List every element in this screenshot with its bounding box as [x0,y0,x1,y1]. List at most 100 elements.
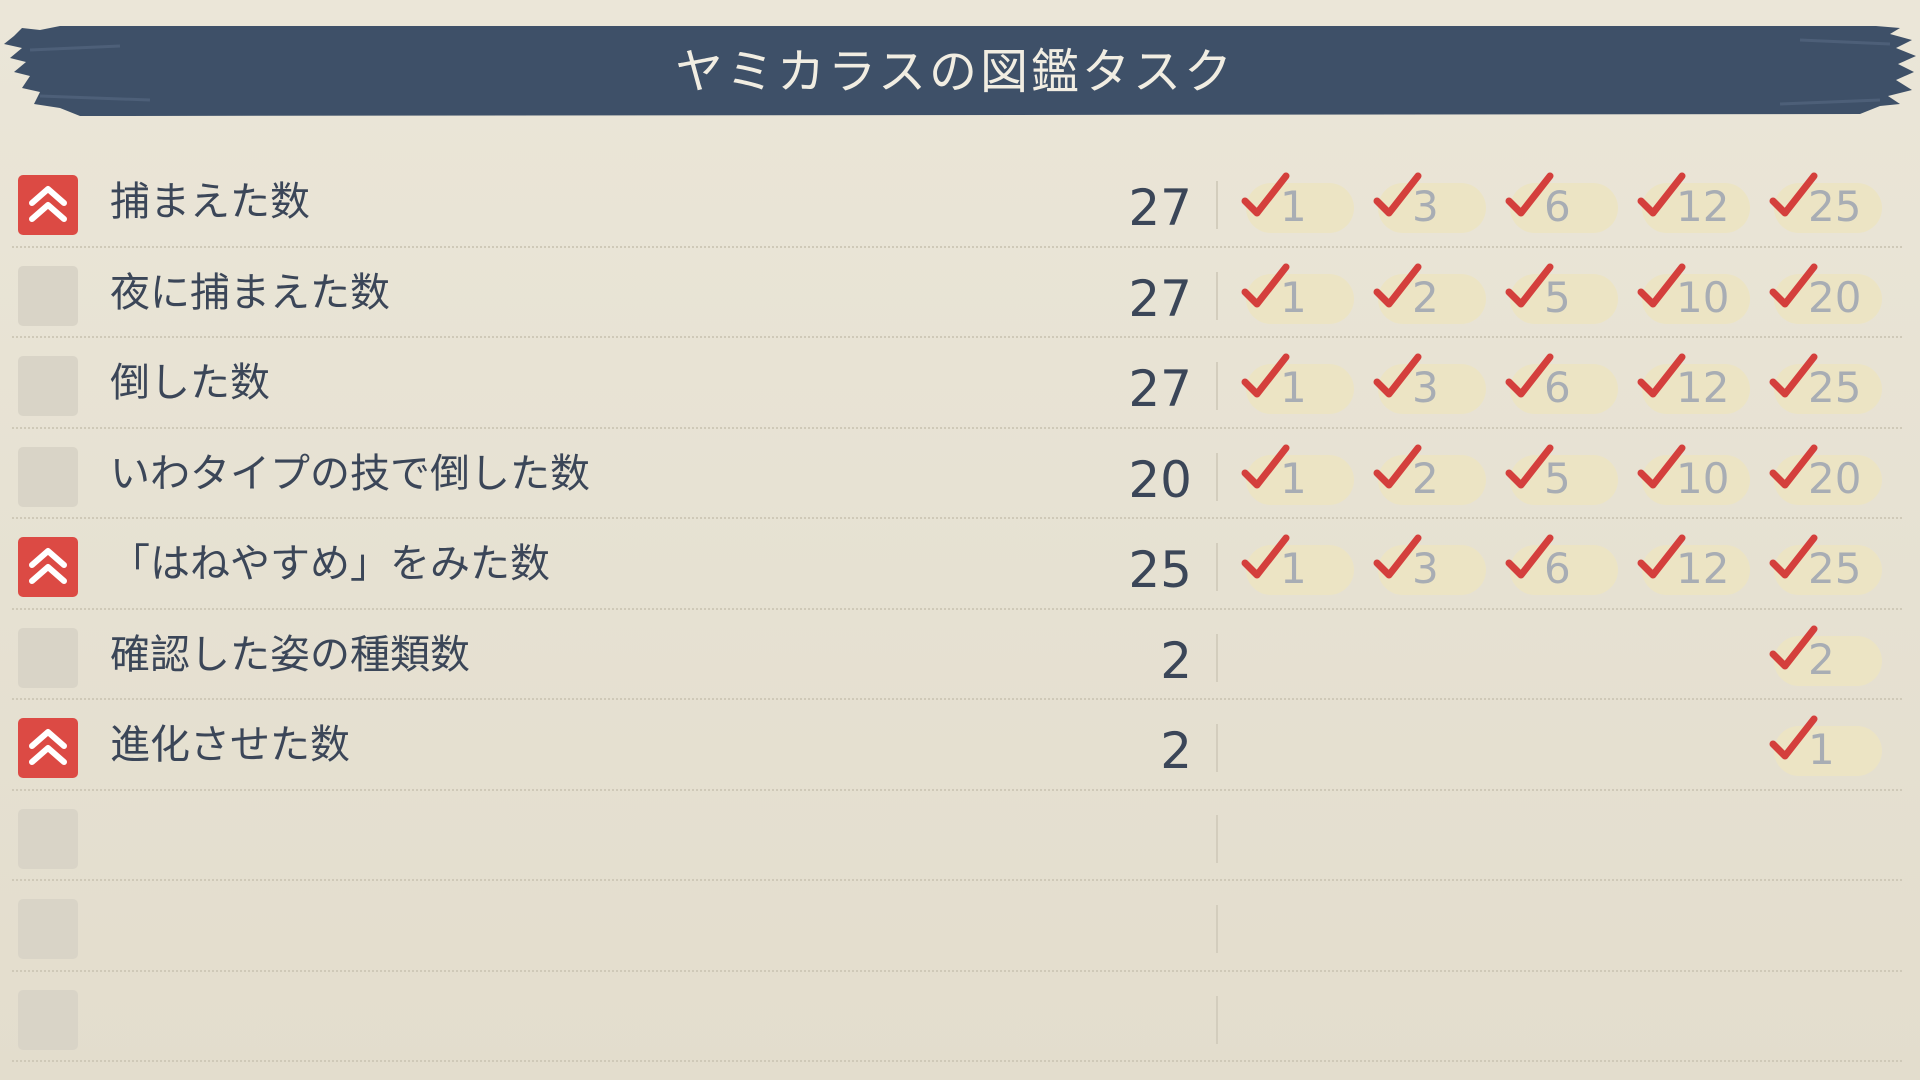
task-icon-placeholder [18,356,78,416]
checkmark-icon [1636,171,1688,225]
goal-milestone: 10 [1636,444,1750,505]
checkmark-icon [1636,533,1688,587]
task-count: 25 [1128,541,1192,599]
task-label: 捕まえた数 [110,179,310,225]
urgent-chevron-icon [18,175,78,235]
goal-milestone: 25 [1768,534,1882,595]
checkmark-icon [1768,171,1820,225]
task-count: 27 [1128,179,1192,237]
task-row[interactable]: 捕まえた数 27 1 3 6 12 25 [0,157,1920,248]
task-label: 夜に捕まえた数 [110,269,390,316]
goal-milestone: 1 [1240,534,1354,595]
task-count: 27 [1128,360,1192,418]
checkmark-icon [1240,533,1292,587]
checkmark-icon [1768,352,1820,406]
goal-milestone: 1 [1768,715,1882,776]
task-row[interactable]: 夜に捕まえた数 27 1 2 5 10 20 [0,248,1920,339]
goal-milestone: 1 [1240,172,1354,233]
task-icon-placeholder [18,627,78,688]
checkmark-icon [1504,262,1556,316]
column-divider [1216,633,1218,682]
goal-milestone: 5 [1504,444,1618,505]
page-title: ヤミカラスの図鑑タスク [674,44,1236,100]
checkmark-icon [1504,352,1556,406]
checkmark-icon [1240,171,1292,225]
checkmark-icon [1240,443,1292,497]
goal-milestone: 12 [1636,353,1750,414]
goal-milestone: 6 [1504,534,1618,595]
column-divider [1216,995,1218,1044]
task-label: いわタイプの技で倒した数 [110,450,590,497]
checkmark-icon [1504,171,1556,225]
goal-milestone: 2 [1768,625,1882,686]
goal-milestone: 1 [1240,444,1354,505]
goal-milestone: 2 [1372,263,1486,324]
checkmark-icon [1240,352,1292,406]
goal-milestone: 1 [1240,263,1354,324]
goal-milestone: 6 [1504,353,1618,414]
checkmark-icon [1636,443,1688,497]
checkmark-icon [1372,533,1424,587]
column-divider [1216,543,1218,591]
checkmark-icon [1636,352,1688,406]
column-divider [1216,362,1218,410]
task-row[interactable]: いわタイプの技で倒した数 20 1 2 5 10 20 [0,429,1920,520]
goal-milestone: 25 [1768,172,1882,233]
checkmark-icon [1372,443,1424,497]
task-row[interactable]: 進化させた数 2 1 [0,700,1920,791]
checkmark-icon [1636,262,1688,316]
column-divider [1216,181,1218,229]
task-count: 2 [1160,722,1192,780]
checkmark-icon [1768,624,1820,678]
checkmark-icon [1504,443,1556,497]
task-count: 27 [1128,269,1192,328]
task-icon-placeholder [18,899,78,959]
task-label: 倒した数 [110,360,270,406]
goal-milestone: 25 [1768,353,1882,414]
goal-milestone: 6 [1504,172,1618,233]
task-label: 「はねやすめ」をみた数 [110,541,550,587]
task-list: 捕まえた数 27 1 3 6 12 25 夜に捕まえた数 27 1 2 5 10 20 倒した数 27 1 3 6 1… [0,157,1920,1062]
task-icon-placeholder [18,265,78,326]
task-row[interactable] [0,881,1920,972]
checkmark-icon [1768,443,1820,497]
checkmark-icon [1768,262,1820,316]
goal-milestone: 1 [1240,353,1354,414]
checkmark-icon [1768,714,1820,768]
column-divider [1216,905,1218,953]
task-count: 2 [1160,631,1192,690]
task-icon-placeholder [18,446,78,507]
task-count: 20 [1128,450,1192,509]
task-row[interactable]: 「はねやすめ」をみた数 25 1 3 6 12 25 [0,519,1920,610]
urgent-chevron-icon [18,718,78,778]
task-label: 確認した姿の種類数 [110,631,470,678]
checkmark-icon [1240,262,1292,316]
column-divider [1216,724,1218,772]
title-banner: ヤミカラスの図鑑タスク [0,0,1920,130]
checkmark-icon [1372,171,1424,225]
urgent-chevron-icon [18,537,78,597]
goal-milestone: 20 [1768,444,1882,505]
checkmark-icon [1504,533,1556,587]
task-label: 進化させた数 [110,722,350,768]
goal-milestone: 3 [1372,534,1486,595]
column-divider [1216,452,1218,501]
goal-milestone: 5 [1504,263,1618,324]
task-icon-placeholder [18,989,78,1050]
checkmark-icon [1372,262,1424,316]
task-row[interactable]: 倒した数 27 1 3 6 12 25 [0,338,1920,429]
goal-milestone: 10 [1636,263,1750,324]
task-row[interactable] [0,972,1920,1063]
goal-milestone: 3 [1372,172,1486,233]
goal-milestone: 2 [1372,444,1486,505]
task-row[interactable] [0,791,1920,882]
column-divider [1216,814,1218,863]
goal-milestone: 12 [1636,534,1750,595]
task-icon-placeholder [18,808,78,869]
checkmark-icon [1768,533,1820,587]
column-divider [1216,271,1218,320]
task-row[interactable]: 確認した姿の種類数 2 2 [0,610,1920,701]
checkmark-icon [1372,352,1424,406]
goal-milestone: 20 [1768,263,1882,324]
goal-milestone: 3 [1372,353,1486,414]
